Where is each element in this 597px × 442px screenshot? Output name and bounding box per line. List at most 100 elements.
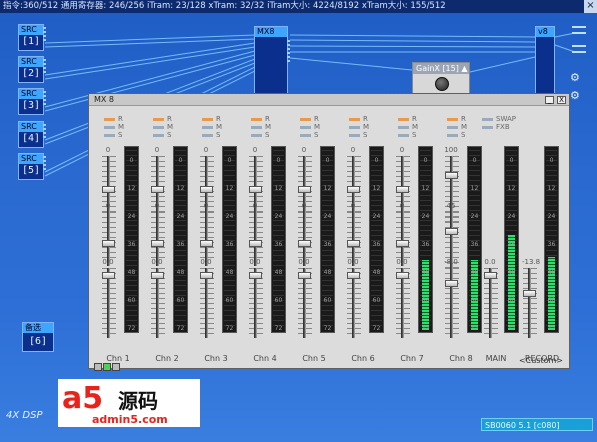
meter-mark: 60: [507, 297, 516, 304]
src-node-2[interactable]: SRC [2]: [18, 56, 46, 83]
level-meter: 0 12 24 36 48 60 72: [544, 146, 559, 333]
bus-legend: M: [398, 123, 418, 131]
close-button[interactable]: X: [557, 96, 566, 104]
fader-knob[interactable]: [396, 240, 409, 247]
bus-legend: M: [447, 123, 467, 131]
app-name: 4X DSP: [6, 410, 43, 421]
fader-value: 0: [301, 146, 307, 154]
channel-label: MAIN: [485, 354, 507, 363]
bus-swatch: [202, 133, 213, 137]
bus-legend: SWAP: [482, 115, 516, 123]
fader-track[interactable]: [528, 268, 531, 338]
meter-mark: 24: [274, 213, 283, 220]
fader-knob[interactable]: [102, 272, 115, 279]
meter-mark: 24: [507, 213, 516, 220]
fader-knob[interactable]: [200, 186, 213, 193]
fader-knob[interactable]: [347, 272, 360, 279]
fader-knob[interactable]: [102, 186, 115, 193]
fader-knob[interactable]: [298, 272, 311, 279]
minimize-button[interactable]: _: [545, 96, 554, 104]
src-node-3[interactable]: SRC [3]: [18, 88, 46, 115]
control-button[interactable]: [112, 363, 120, 371]
control-button[interactable]: [94, 363, 102, 371]
meter-mark: 36: [176, 241, 185, 248]
node-label: [1]: [21, 36, 41, 47]
control-button[interactable]: [103, 363, 111, 371]
preset-selector[interactable]: <Custom>: [519, 356, 563, 365]
bus-swatch: [153, 125, 164, 129]
meter-mark: 60: [127, 297, 136, 304]
fader-knob[interactable]: [347, 186, 360, 193]
fader-knob[interactable]: [523, 290, 536, 297]
meter-mark: 72: [470, 325, 479, 332]
fader-track[interactable]: [450, 268, 453, 338]
bus-legend: R: [153, 115, 172, 123]
speaker-icon[interactable]: ⚙: [570, 72, 584, 84]
output-bus-icon[interactable]: [572, 45, 586, 53]
gainx-plugin[interactable]: GainX [15] ▲: [412, 62, 470, 96]
bus-legend: S: [104, 131, 122, 139]
fader-knob[interactable]: [151, 186, 164, 193]
level-meter: 0 12 24 36 48 60 72: [418, 146, 433, 333]
fader-knob[interactable]: [484, 272, 497, 279]
fader-value: -8.0: [444, 258, 458, 266]
meter-mark: 0: [374, 157, 379, 164]
meter-mark: 36: [547, 241, 556, 248]
bus-swatch: [153, 133, 164, 137]
bus-legend: M: [104, 123, 124, 131]
meter-mark: 48: [372, 269, 381, 276]
fader-knob[interactable]: [445, 228, 458, 235]
fader-knob[interactable]: [445, 172, 458, 179]
node-header: MX8: [255, 27, 287, 37]
mixer-window: MX 8 _ X R M S 0 0 0.0 0 12 24 36 48 60 72 Chn 1RMS00…: [88, 93, 570, 371]
fader-knob[interactable]: [396, 186, 409, 193]
fader-knob[interactable]: [102, 240, 115, 247]
fader-value: -13.8: [522, 258, 541, 266]
mx8-node[interactable]: MX8: [254, 26, 290, 94]
window-controls: [94, 356, 121, 375]
bus-swatch: [349, 133, 360, 137]
bus-swatch: [251, 125, 262, 129]
bus-legend: R: [349, 115, 368, 123]
logo-text: 源码: [118, 389, 158, 413]
fader-knob[interactable]: [249, 240, 262, 247]
fader-value: 45: [446, 202, 456, 210]
fader-value: 0: [399, 202, 405, 210]
src-node-4[interactable]: SRC [4]: [18, 121, 46, 148]
channel-strip: R M S 100 45 -8.0 0 12 24 36 48 60 72 Chn 8: [437, 108, 485, 363]
fader-knob[interactable]: [200, 272, 213, 279]
meter-mark: 60: [225, 297, 234, 304]
meter-mark: 48: [470, 269, 479, 276]
v8-node[interactable]: v8: [535, 26, 555, 94]
lead-node[interactable]: 备选 [6]: [22, 322, 54, 352]
speaker-icon[interactable]: ⚙: [570, 90, 584, 102]
fader-knob[interactable]: [151, 240, 164, 247]
fader-value: 0.0: [102, 258, 114, 266]
fader-knob[interactable]: [347, 240, 360, 247]
bus-swatch: [349, 125, 360, 129]
src-node-1[interactable]: SRC [1]: [18, 24, 46, 51]
src-node-5[interactable]: SRC [5]: [18, 153, 46, 180]
meter-mark: 72: [507, 325, 516, 332]
fader-knob[interactable]: [249, 272, 262, 279]
gain-knob[interactable]: [435, 77, 449, 91]
fader-knob[interactable]: [249, 186, 262, 193]
collapse-arrow-icon[interactable]: ▲: [461, 64, 467, 73]
bus-swatch: [398, 133, 409, 137]
fader-value: 0: [154, 202, 160, 210]
watermark-logo: a5 源码 admin5.com: [58, 379, 200, 427]
meter-mark: 36: [127, 241, 136, 248]
bus-swatch: [202, 125, 213, 129]
fader-knob[interactable]: [298, 186, 311, 193]
fader-knob[interactable]: [445, 280, 458, 287]
bus-swatch: [251, 117, 262, 121]
fader-knob[interactable]: [200, 240, 213, 247]
fader-knob[interactable]: [298, 240, 311, 247]
fader-knob[interactable]: [151, 272, 164, 279]
fader-knob[interactable]: [396, 272, 409, 279]
device-status: SB0060 5.1 [c080]: [481, 418, 593, 431]
bus-legend: M: [349, 123, 369, 131]
fader-value: 0.0: [249, 258, 261, 266]
meter-mark: 24: [176, 213, 185, 220]
output-bus-icon[interactable]: [572, 26, 586, 34]
